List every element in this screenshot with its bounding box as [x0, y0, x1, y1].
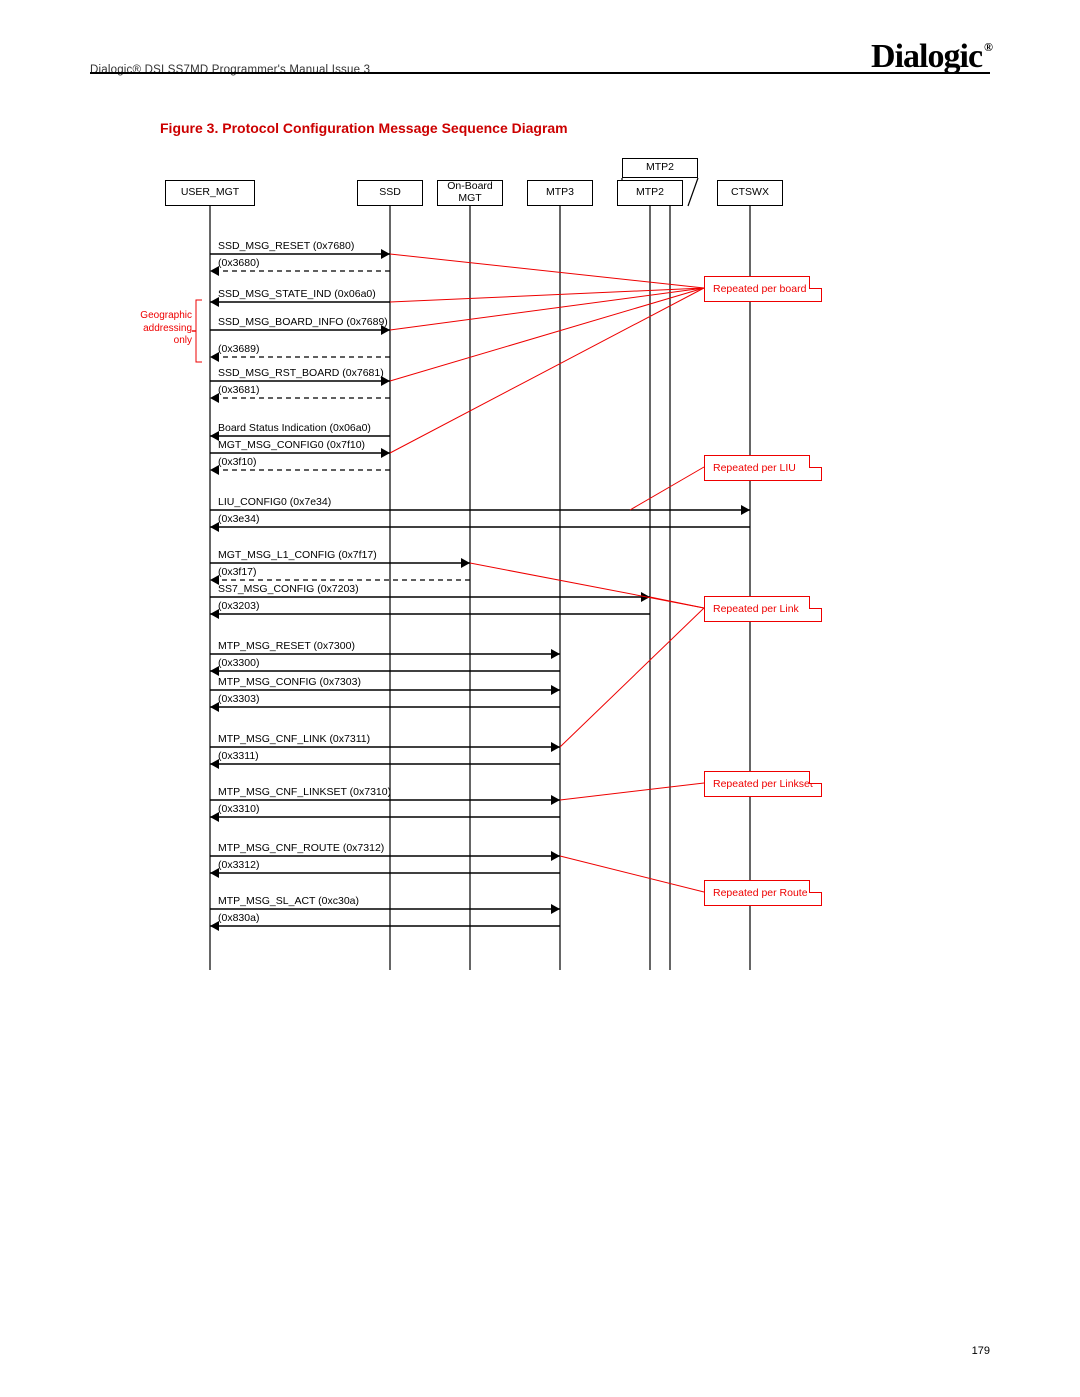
note-route: Repeated per Route — [704, 880, 822, 906]
figure-title: Figure 3. Protocol Configuration Message… — [160, 120, 568, 136]
message-label: (0x3681) — [218, 384, 259, 396]
message-label: (0x3311) — [218, 750, 259, 762]
message-label: SSD_MSG_RESET (0x7680) — [218, 240, 354, 252]
message-label: (0x3312) — [218, 859, 259, 871]
note-board: Repeated per board — [704, 276, 822, 302]
message-label: MTP_MSG_RESET (0x7300) — [218, 640, 355, 652]
lane-ctswx: CTSWX — [717, 180, 783, 206]
page-header: Dialogic® DSI SS7MD Programmer's Manual … — [90, 38, 990, 76]
lane-mtp2a: MTP2 — [617, 180, 683, 206]
brand-logo: Dialogic® — [871, 38, 990, 76]
registered-icon: ® — [984, 40, 992, 54]
note-link: Repeated per Link — [704, 596, 822, 622]
message-label: (0x830a) — [218, 912, 259, 924]
lane-obm: On-BoardMGT — [437, 180, 503, 206]
message-label: SS7_MSG_CONFIG (0x7203) — [218, 583, 359, 595]
message-label: (0x3f10) — [218, 456, 257, 468]
message-label: MGT_MSG_L1_CONFIG (0x7f17) — [218, 549, 377, 561]
message-label: MTP_MSG_CNF_ROUTE (0x7312) — [218, 842, 384, 854]
header-text: Dialogic® DSI SS7MD Programmer's Manual … — [90, 64, 370, 76]
lane-ssd: SSD — [357, 180, 423, 206]
sequence-diagram: MTP2 USER_MGT SSD On-BoardMGT MTP3 MTP2 CTSWX S… — [90, 150, 990, 990]
note-liu: Repeated per LIU — [704, 455, 822, 481]
message-label: MTP_MSG_CNF_LINK (0x7311) — [218, 733, 370, 745]
message-label: Board Status Indication (0x06a0) — [218, 422, 371, 434]
message-label: SSD_MSG_RST_BOARD (0x7681) — [218, 367, 384, 379]
message-label: MTP_MSG_SL_ACT (0xc30a) — [218, 895, 359, 907]
message-label: (0x3310) — [218, 803, 259, 815]
page-number: 179 — [972, 1345, 990, 1357]
message-label: MTP_MSG_CNF_LINKSET (0x7310) — [218, 786, 391, 798]
logo-text: Dialogic — [871, 38, 982, 75]
message-label: LIU_CONFIG0 (0x7e34) — [218, 496, 331, 508]
lane-user: USER_MGT — [165, 180, 255, 206]
message-label: SSD_MSG_BOARD_INFO (0x7689) — [218, 316, 388, 328]
lane-mtp3: MTP3 — [527, 180, 593, 206]
message-label: (0x3680) — [218, 257, 259, 269]
message-label: MTP_MSG_CONFIG (0x7303) — [218, 676, 361, 688]
side-note-geographic: Geographicaddressingonly — [130, 310, 192, 348]
message-label: MGT_MSG_CONFIG0 (0x7f10) — [218, 439, 365, 451]
message-label: (0x3e34) — [218, 513, 259, 525]
message-label: (0x3203) — [218, 600, 259, 612]
message-label: (0x3300) — [218, 657, 259, 669]
message-label: (0x3303) — [218, 693, 259, 705]
page: Dialogic® DSI SS7MD Programmer's Manual … — [0, 0, 1080, 1397]
header-rule — [90, 72, 990, 74]
message-label: (0x3f17) — [218, 566, 257, 578]
lane-mtp2-outer: MTP2 — [622, 158, 698, 178]
message-label: (0x3689) — [218, 343, 259, 355]
message-label: SSD_MSG_STATE_IND (0x06a0) — [218, 288, 376, 300]
note-linkset: Repeated per Linkset — [704, 771, 822, 797]
